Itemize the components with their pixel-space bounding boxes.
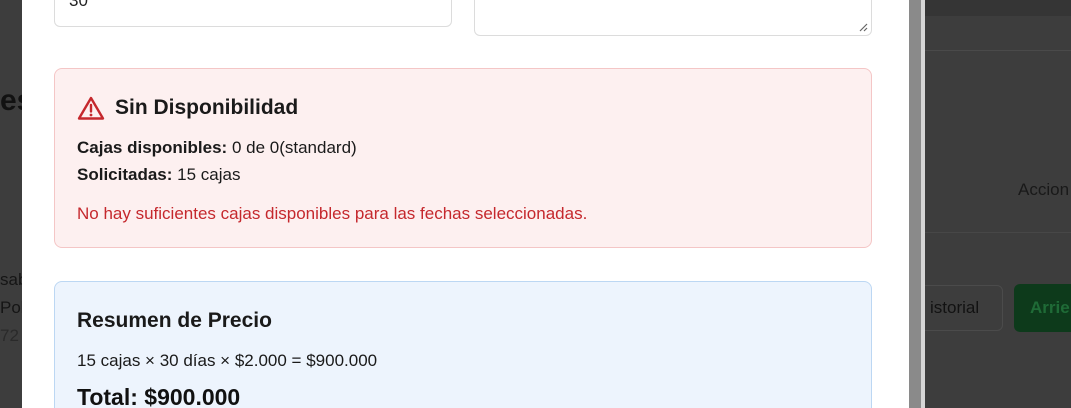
requested-boxes-label: Solicitadas: [77, 165, 173, 184]
alert-title: Sin Disponibilidad [115, 96, 299, 119]
price-summary-panel: Resumen de Precio 15 cajas × 30 días × $… [54, 281, 872, 408]
price-summary-title: Resumen de Precio [77, 309, 272, 332]
days-input-value: 30 [69, 0, 88, 10]
notes-textarea[interactable] [474, 0, 872, 36]
background-page-title: es [0, 84, 22, 117]
days-input[interactable]: 30 [54, 0, 452, 27]
modal-scrollbar[interactable] [909, 0, 921, 408]
alert-message: No hay suficientes cajas disponibles par… [77, 204, 588, 223]
background-divider [925, 50, 1071, 51]
requested-boxes-value: 15 cajas [177, 165, 241, 184]
alert-header: Sin Disponibilidad [77, 95, 298, 121]
background-cell-text: sab [0, 270, 22, 289]
available-boxes-line: Cajas disponibles: 0 de 0(standard) [77, 138, 357, 158]
available-boxes-value: 0 de 0(standard) [231, 138, 357, 157]
price-calculation: 15 cajas × 30 días × $2.000 = $900.000 [77, 351, 378, 370]
background-header-bar [925, 0, 1071, 16]
modal-scrollbar-edge [921, 0, 925, 408]
background-column-header-acciones: Accion [1018, 180, 1070, 199]
requested-boxes-line: Solicitadas: 15 cajas [77, 165, 240, 185]
available-boxes-label: Cajas disponibles: [77, 138, 228, 157]
price-total: Total: $900.000 [77, 384, 241, 408]
background-arrendar-button: Arrie [1014, 284, 1071, 332]
availability-alert: Sin Disponibilidad Cajas disponibles: 0 … [54, 68, 872, 248]
background-cell-text: Pob [0, 298, 22, 317]
rental-modal: 30 Sin Disponibilidad Cajas disponibles:… [22, 0, 909, 408]
background-cell-text: 72 [0, 326, 19, 345]
background-divider [925, 232, 1071, 233]
resize-grip-icon[interactable] [858, 22, 868, 32]
warning-triangle-icon [77, 96, 105, 120]
